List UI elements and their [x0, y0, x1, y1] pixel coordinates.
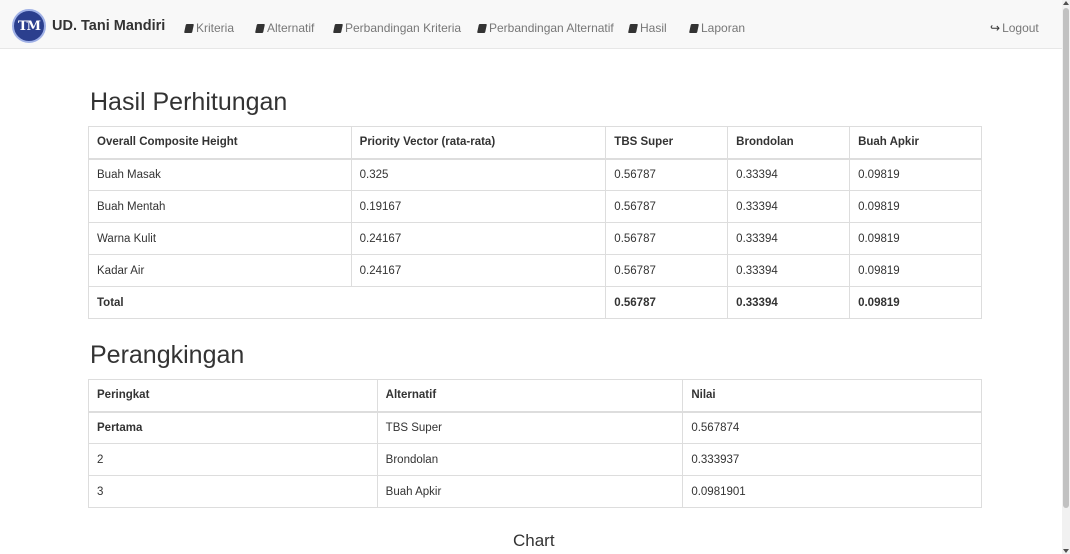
- total-cell: 0.33394: [727, 286, 851, 319]
- table-cell: 0.19167: [350, 190, 607, 223]
- table-row: Buah Masak 0.325 0.56787 0.33394 0.09819: [88, 158, 982, 191]
- book-icon: [333, 23, 343, 33]
- table-cell: 0.09819: [849, 254, 982, 287]
- table-cell: 0.325: [350, 158, 607, 191]
- ranking-title: Perangkingan: [90, 341, 245, 369]
- table-cell: 0.56787: [605, 158, 729, 191]
- rank-cell: 2: [88, 443, 378, 476]
- table-row: 2 Brondolan 0.333937: [88, 443, 982, 476]
- table-cell: 0.33394: [727, 222, 851, 255]
- table-cell: 0.24167: [350, 222, 607, 255]
- brand-logo[interactable]: TM: [12, 9, 46, 43]
- scroll-down-arrow-icon[interactable]: [1063, 549, 1069, 553]
- nav-label: Kriteria: [196, 21, 235, 35]
- table-header-row: Peringkat Alternatif Nilai: [88, 379, 982, 413]
- table-cell: 0.09819: [849, 222, 982, 255]
- nav-label: Hasil: [640, 21, 667, 35]
- table-cell: Kadar Air: [88, 254, 352, 287]
- table-cell: Buah Masak: [88, 158, 352, 191]
- table-row: Buah Mentah 0.19167 0.56787 0.33394 0.09…: [88, 190, 982, 223]
- nav-kriteria[interactable]: Kriteria: [184, 21, 235, 35]
- table-row: Warna Kulit 0.24167 0.56787 0.33394 0.09…: [88, 222, 982, 255]
- hasil-title: Hasil Perhitungan: [90, 88, 288, 116]
- logout-button[interactable]: ↪ Logout: [990, 21, 1039, 35]
- logout-label: Logout: [1002, 21, 1039, 35]
- total-cell: 0.09819: [849, 286, 982, 319]
- table-header-row: Overall Composite Height Priority Vector…: [88, 126, 982, 160]
- nav-hasil[interactable]: Hasil: [628, 21, 667, 35]
- column-header: Nilai: [682, 379, 982, 413]
- table-cell: 0.33394: [727, 254, 851, 287]
- nav-label: Perbandingan Alternatif: [489, 21, 614, 35]
- chart-title: Chart: [513, 531, 555, 550]
- nav-label: Perbandingan Kriteria: [345, 21, 462, 35]
- book-icon: [255, 23, 265, 33]
- column-header: Buah Apkir: [849, 126, 982, 160]
- ranking-table: Peringkat Alternatif Nilai Pertama TBS S…: [88, 379, 982, 508]
- column-header: Overall Composite Height: [88, 126, 352, 160]
- scroll-up-arrow-icon[interactable]: [1063, 1, 1069, 5]
- table-row: 3 Buah Apkir 0.0981901: [88, 475, 982, 508]
- alternative-cell: TBS Super: [376, 411, 684, 444]
- total-label: Total: [87, 286, 607, 319]
- logout-icon: ↪: [990, 21, 1001, 35]
- nav-perbandingan-alternatif[interactable]: Perbandingan Alternatif: [477, 21, 614, 35]
- nav-laporan[interactable]: Laporan: [689, 21, 746, 35]
- rank-cell: 3: [88, 475, 378, 508]
- navbar: TM UD. Tani Mandiri Kriteria Alternatif …: [0, 0, 1062, 49]
- table-cell: 0.09819: [849, 158, 982, 191]
- column-header: Alternatif: [376, 379, 684, 413]
- column-header: TBS Super: [605, 126, 729, 160]
- total-cell: 0.56787: [605, 286, 729, 319]
- book-icon: [689, 23, 699, 33]
- table-cell: 0.56787: [605, 254, 729, 287]
- nav-label: Alternatif: [267, 21, 315, 35]
- table-cell: 0.24167: [350, 254, 607, 287]
- column-header: Brondolan: [727, 126, 851, 160]
- total-row: Total 0.56787 0.33394 0.09819: [87, 286, 982, 319]
- alternative-cell: Buah Apkir: [376, 475, 684, 508]
- brand-name[interactable]: UD. Tani Mandiri: [52, 18, 165, 34]
- rank-cell: Pertama: [88, 411, 378, 444]
- table-cell: Buah Mentah: [88, 190, 352, 223]
- hasil-table: Overall Composite Height Priority Vector…: [87, 126, 982, 319]
- table-cell: 0.33394: [727, 158, 851, 191]
- table-cell: 0.56787: [605, 222, 729, 255]
- nav-perbandingan-kriteria[interactable]: Perbandingan Kriteria: [333, 21, 462, 35]
- nav-alternatif[interactable]: Alternatif: [255, 21, 315, 35]
- score-cell: 0.0981901: [682, 475, 982, 508]
- alternative-cell: Brondolan: [376, 443, 684, 476]
- column-header: Priority Vector (rata-rata): [350, 126, 607, 160]
- table-cell: 0.56787: [605, 190, 729, 223]
- column-header: Peringkat: [88, 379, 378, 413]
- table-row: Kadar Air 0.24167 0.56787 0.33394 0.0981…: [88, 254, 982, 287]
- table-cell: 0.33394: [727, 190, 851, 223]
- table-row: Pertama TBS Super 0.567874: [88, 411, 982, 444]
- score-cell: 0.333937: [682, 443, 982, 476]
- table-cell: 0.09819: [849, 190, 982, 223]
- book-icon: [628, 23, 638, 33]
- nav-label: Laporan: [701, 21, 746, 35]
- book-icon: [184, 23, 194, 33]
- score-cell: 0.567874: [682, 411, 982, 444]
- scrollbar[interactable]: [1062, 0, 1070, 554]
- table-cell: Warna Kulit: [88, 222, 352, 255]
- book-icon: [477, 23, 487, 33]
- scroll-thumb[interactable]: [1063, 8, 1069, 508]
